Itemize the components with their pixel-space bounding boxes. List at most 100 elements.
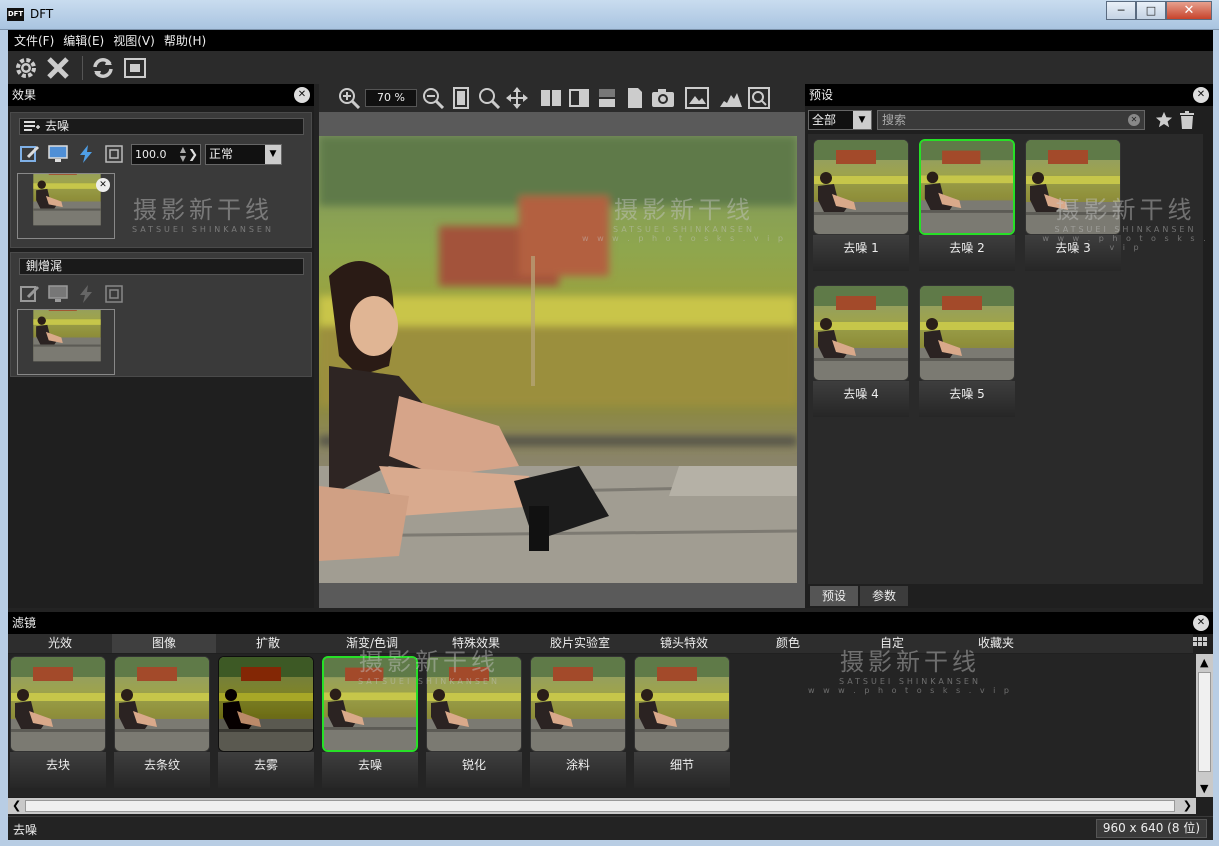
preset-label: 去噪 1: [813, 235, 909, 271]
pan-button[interactable]: [505, 86, 529, 110]
blend-mode-select[interactable]: 正常 ▼: [205, 143, 282, 165]
chevron-right-icon[interactable]: ❯: [188, 145, 198, 164]
tab-parameters[interactable]: 参数: [860, 586, 909, 606]
region-button[interactable]: [103, 143, 125, 165]
filter-item[interactable]: 锐化: [426, 656, 522, 792]
menu-bar: 文件(F) 编辑(E) 视图(V) 帮助(H): [8, 30, 1213, 51]
apply-effect-button[interactable]: [75, 283, 97, 305]
close-window-button[interactable]: ✕: [1166, 1, 1212, 20]
tab-custom[interactable]: 自定: [840, 634, 944, 653]
region-button[interactable]: [103, 283, 125, 305]
maximize-button[interactable]: □: [1136, 1, 1166, 20]
search-placeholder: 搜索: [882, 113, 907, 127]
fit-window-button[interactable]: [449, 86, 473, 110]
remove-effect-button[interactable]: ✕: [96, 178, 110, 192]
scroll-down-icon[interactable]: ▼: [1200, 782, 1208, 795]
edit-mask-icon: [20, 145, 40, 162]
effect-mask-thumbnail[interactable]: ✕: [17, 173, 115, 239]
scroll-thumb[interactable]: [1198, 672, 1211, 772]
preset-thumbnail: [919, 139, 1015, 235]
split-compare-button[interactable]: [567, 86, 591, 110]
photo-preview: [319, 136, 797, 583]
preset-card-selected[interactable]: 去噪 2: [919, 139, 1015, 275]
filter-item[interactable]: 涂料: [530, 656, 626, 792]
filter-item[interactable]: 去雾: [218, 656, 314, 792]
scroll-up-icon[interactable]: ▲: [1200, 656, 1208, 669]
tab-color[interactable]: 颜色: [736, 634, 840, 653]
grid-view-icon[interactable]: [1193, 637, 1207, 651]
tab-light-effects[interactable]: 光效: [8, 634, 112, 653]
tab-presets[interactable]: 预设: [810, 586, 859, 606]
image-canvas[interactable]: [319, 112, 805, 608]
tab-special-effects[interactable]: 特殊效果: [424, 634, 528, 653]
effects-panel-close-button[interactable]: ✕: [294, 87, 310, 103]
presets-panel-close-button[interactable]: ✕: [1193, 87, 1209, 103]
effects-panel-header: 效果 ✕: [8, 84, 314, 106]
tab-lens-effects[interactable]: 镜头特效: [632, 634, 736, 653]
effect-block-denoise[interactable]: 去噪 100.0 ▲ ▼ ❯ 正常 ▼ ✕: [10, 112, 312, 248]
menu-file[interactable]: 文件(F): [14, 32, 54, 49]
opacity-spinner-icon[interactable]: ▲ ▼: [180, 145, 186, 163]
app-client-area: 文件(F) 编辑(E) 视图(V) 帮助(H) 效果 ✕ 去噪 100.0 ▲ …: [8, 30, 1213, 840]
tab-diffusion[interactable]: 扩散: [216, 634, 320, 653]
split-horizontal-button[interactable]: [595, 86, 619, 110]
filter-item[interactable]: 细节: [634, 656, 730, 792]
clear-search-icon[interactable]: ✕: [1128, 114, 1140, 126]
scroll-thumb[interactable]: [25, 800, 1175, 812]
preset-category-select[interactable]: 全部 ▼: [808, 110, 872, 130]
lightning-icon: [80, 285, 92, 303]
preset-search-input[interactable]: 搜索 ✕: [877, 110, 1145, 130]
filter-item[interactable]: 去块: [10, 656, 106, 792]
main-photo[interactable]: [319, 136, 797, 583]
menu-edit[interactable]: 编辑(E): [63, 32, 104, 49]
magnifier-button[interactable]: [477, 86, 501, 110]
filter-item[interactable]: 去条纹: [114, 656, 210, 792]
display-toggle-button[interactable]: [47, 283, 69, 305]
original-thumbnail[interactable]: [17, 309, 115, 375]
star-icon[interactable]: [1155, 111, 1173, 129]
move-icon: [506, 87, 528, 109]
split-view-button[interactable]: [539, 86, 563, 110]
fit-window-icon: [453, 87, 469, 109]
image-compare-button[interactable]: [685, 86, 709, 110]
trash-icon[interactable]: [1179, 111, 1195, 129]
single-view-button[interactable]: [623, 86, 647, 110]
snapshot-button[interactable]: [651, 86, 675, 110]
apply-effect-button[interactable]: [75, 143, 97, 165]
refresh-button[interactable]: [89, 54, 117, 82]
zoom-in-button[interactable]: [337, 86, 361, 110]
tab-film-lab[interactable]: 胶片实验室: [528, 634, 632, 653]
tab-favorites[interactable]: 收藏夹: [944, 634, 1048, 653]
histogram-button[interactable]: [719, 86, 743, 110]
preset-card[interactable]: 去噪 5: [919, 285, 1015, 421]
filter-vertical-scrollbar[interactable]: ▲ ▼: [1196, 654, 1213, 797]
display-toggle-button[interactable]: [47, 143, 69, 165]
tab-image[interactable]: 图像: [112, 634, 216, 653]
filter-item-selected[interactable]: 去噪: [322, 656, 418, 792]
zoom-level-field[interactable]: 70 %: [365, 89, 417, 107]
filters-panel-close-button[interactable]: ✕: [1193, 615, 1209, 631]
preset-card[interactable]: 去噪 4: [813, 285, 909, 421]
magnifier-icon: [479, 88, 500, 109]
settings-button[interactable]: [12, 54, 40, 82]
minimize-button[interactable]: ─: [1106, 1, 1136, 20]
scroll-left-icon[interactable]: ❮: [12, 799, 21, 812]
zoom-out-button[interactable]: [421, 86, 445, 110]
scroll-right-icon[interactable]: ❯: [1183, 799, 1192, 812]
loupe-button[interactable]: [747, 86, 771, 110]
edit-mask-button[interactable]: [19, 283, 41, 305]
effect-block-original[interactable]: 鍘熷浘: [10, 252, 312, 377]
effect-title-label: 去噪: [45, 119, 70, 133]
edit-mask-button[interactable]: [19, 143, 41, 165]
effect-title[interactable]: 去噪: [19, 118, 304, 135]
preset-card[interactable]: 去噪 1: [813, 139, 909, 275]
tab-gradient-tone[interactable]: 渐变/色调: [320, 634, 424, 653]
filter-horizontal-scrollbar[interactable]: ❮ ❯: [8, 798, 1196, 814]
fit-screen-button[interactable]: [121, 54, 149, 82]
menu-help[interactable]: 帮助(H): [164, 32, 206, 49]
cancel-button[interactable]: [44, 54, 72, 82]
opacity-input[interactable]: 100.0 ▲ ▼ ❯: [131, 143, 201, 165]
menu-view[interactable]: 视图(V): [113, 32, 155, 49]
effect-title[interactable]: 鍘熷浘: [19, 258, 304, 275]
preset-card[interactable]: 去噪 3: [1025, 139, 1121, 275]
